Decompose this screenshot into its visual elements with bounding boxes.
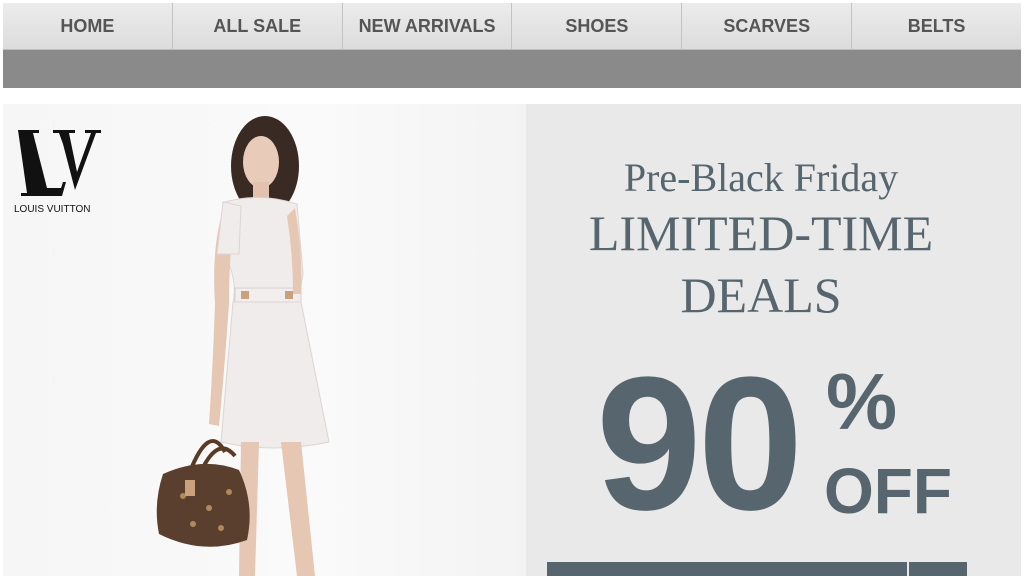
- nav-item-home[interactable]: HOME: [3, 3, 173, 49]
- nav-item-belts[interactable]: BELTS: [852, 3, 1021, 49]
- nav-item-new-arrivals[interactable]: NEW ARRIVALS: [342, 3, 513, 49]
- sub-nav-bar: [3, 50, 1021, 88]
- top-nav: HOME ALL SALE NEW ARRIVALS SHOES SCARVES…: [3, 3, 1021, 50]
- discount-number: 90: [596, 338, 803, 550]
- nav-item-shoes[interactable]: SHOES: [512, 3, 683, 49]
- off-label: OFF: [824, 455, 952, 527]
- model-photo: LOUIS VUITTON: [3, 104, 526, 576]
- shop-now-arrow-segment[interactable]: [909, 562, 967, 576]
- promo-headline-line1: Pre-Black Friday: [623, 155, 899, 200]
- promo-headline-line2: LIMITED-TIME: [588, 205, 934, 261]
- hero-banner[interactable]: LOUIS VUITTON Pre-Black Friday LIMITED-T…: [3, 104, 1021, 576]
- shop-now-segment[interactable]: [547, 562, 909, 576]
- promo-panel: Pre-Black Friday LIMITED-TIME DEALS 90 %…: [526, 104, 1021, 576]
- percent-sign: %: [826, 357, 898, 446]
- shop-now-bar[interactable]: [547, 562, 967, 576]
- nav-item-all-sale[interactable]: ALL SALE: [172, 3, 343, 49]
- promo-headline-line3: DEALS: [680, 267, 842, 323]
- nav-item-scarves[interactable]: SCARVES: [682, 3, 853, 49]
- model-figure: [156, 116, 330, 576]
